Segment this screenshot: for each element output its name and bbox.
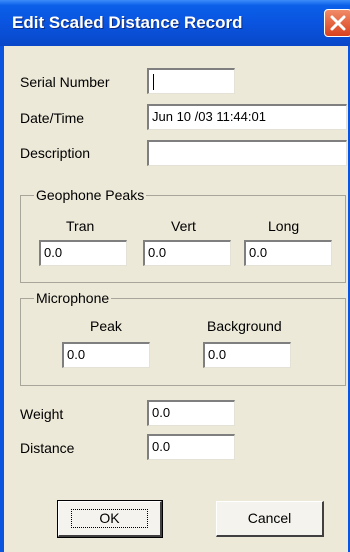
text-caret: [153, 73, 154, 90]
weight-label: Weight: [20, 406, 64, 422]
tran-label: Tran: [66, 218, 95, 234]
peak-label: Peak: [90, 318, 122, 334]
serial-number-label: Serial Number: [20, 74, 110, 90]
distance-input[interactable]: 0.0: [147, 434, 235, 460]
geophone-peaks-title: Geophone Peaks: [34, 187, 147, 203]
focus-rectangle: [71, 509, 148, 528]
vert-label: Vert: [171, 218, 196, 234]
ok-button[interactable]: OK: [57, 500, 163, 538]
long-input[interactable]: 0.0: [244, 240, 332, 266]
window-title: Edit Scaled Distance Record: [12, 13, 243, 32]
cancel-button[interactable]: Cancel: [216, 501, 324, 537]
dialog-window: Edit Scaled Distance Record Serial Numbe…: [0, 0, 350, 552]
cancel-button-label: Cancel: [247, 510, 292, 526]
tran-input[interactable]: 0.0: [39, 240, 127, 266]
long-label: Long: [268, 218, 300, 234]
close-button[interactable]: [324, 9, 350, 37]
title-bar[interactable]: Edit Scaled Distance Record: [0, 0, 350, 46]
close-icon: [330, 15, 346, 31]
date-time-label: Date/Time: [20, 110, 85, 126]
microphone-title: Microphone: [34, 290, 112, 306]
date-time-input[interactable]: Jun 10 /03 11:44:01: [147, 104, 347, 130]
peak-input[interactable]: 0.0: [62, 342, 150, 368]
vert-input[interactable]: 0.0: [143, 240, 231, 266]
weight-input[interactable]: 0.0: [147, 400, 235, 426]
serial-number-input[interactable]: [147, 68, 235, 94]
background-label: Background: [207, 318, 282, 334]
description-input[interactable]: [147, 140, 347, 166]
distance-label: Distance: [20, 440, 75, 456]
geophone-peaks-group: [20, 195, 346, 283]
description-label: Description: [20, 145, 91, 161]
background-input[interactable]: 0.0: [203, 342, 291, 368]
